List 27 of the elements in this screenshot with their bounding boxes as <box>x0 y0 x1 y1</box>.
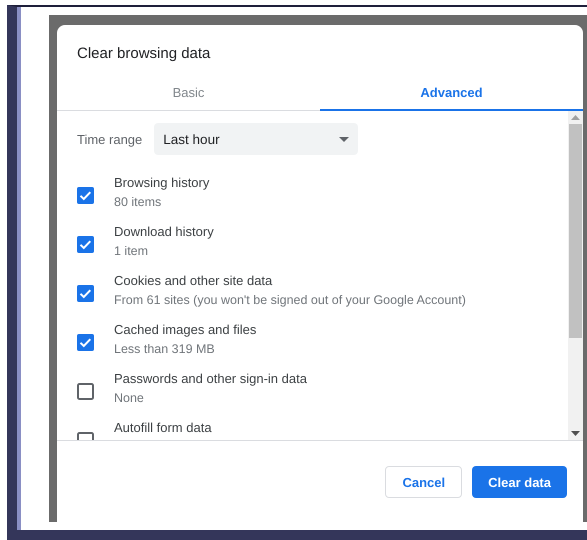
scroll-up-icon[interactable] <box>571 115 580 120</box>
checkbox[interactable] <box>77 187 94 204</box>
item-detail: From 61 sites (you won't be signed out of your Google Account) <box>114 293 466 307</box>
checkbox[interactable] <box>77 236 94 253</box>
item-detail: None <box>114 391 145 405</box>
scrollbar[interactable] <box>568 111 583 440</box>
item-label: Passwords and other sign-in data <box>114 371 307 386</box>
tab[interactable]: Advanced <box>320 75 583 111</box>
item-detail: 80 items <box>114 195 162 209</box>
tab[interactable]: Basic <box>57 75 320 111</box>
item-label: Download history <box>114 224 214 239</box>
caret-icon <box>339 136 350 142</box>
item-detail: 1 item <box>114 244 150 258</box>
cancel-button[interactable]: Cancel <box>385 466 462 498</box>
item-label: Autofill form data <box>114 420 212 435</box>
item-detail: Less than 319 MB <box>114 342 216 356</box>
time-range-label: Time range <box>77 132 142 146</box>
checkbox[interactable] <box>77 285 94 302</box>
item-label: Cached images and files <box>114 322 256 337</box>
time-range-dropdown[interactable]: Last hour <box>154 123 358 155</box>
item-label: Browsing history <box>114 175 210 190</box>
item-label: Cookies and other site data <box>114 273 274 288</box>
checkbox[interactable] <box>77 334 94 351</box>
checkbox[interactable] <box>77 383 94 400</box>
clear-data-button[interactable]: Clear data <box>472 466 567 498</box>
dialog-title: Clear browsing data <box>76 44 212 64</box>
scroll-down-icon[interactable] <box>571 431 580 436</box>
